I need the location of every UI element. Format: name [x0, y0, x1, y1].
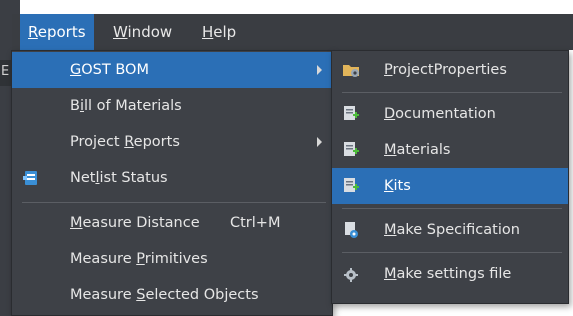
netlist-icon [23, 171, 37, 185]
menu-item-make-settings-file[interactable]: Make settings file [332, 256, 568, 292]
menu-reports[interactable]: Reports [20, 14, 94, 50]
edge-tab-label: E [1, 64, 10, 79]
menu-separator [342, 208, 562, 209]
menu-item-label: Make settings file [384, 266, 512, 282]
edge-tab: E [0, 60, 11, 86]
document-add-icon [344, 178, 359, 192]
menu-item-label: Kits [384, 178, 411, 194]
menu-help[interactable]: Help [194, 14, 244, 50]
menu-item-measure-selected-objects[interactable]: Measure Selected Objects [12, 277, 332, 313]
document-add-icon [344, 106, 359, 120]
menu-item-project-reports[interactable]: Project Reports [12, 124, 332, 160]
folder-gear-icon [343, 65, 359, 77]
menu-item-label: Netlist Status [70, 170, 168, 186]
menu-window[interactable]: Window [105, 14, 180, 50]
menu-separator [22, 202, 326, 203]
menu-item-label: Measure Selected Objects [70, 287, 259, 303]
menu-item-label: Documentation [384, 106, 496, 122]
menu-item-project-properties[interactable]: ProjectProperties [332, 52, 568, 88]
menu-item-make-specification[interactable]: Make Specification [332, 212, 568, 248]
menu-separator [342, 92, 562, 93]
gost-bom-submenu: ProjectProperties Documentation Material… [331, 50, 569, 304]
menu-item-documentation[interactable]: Documentation [332, 96, 568, 132]
menu-item-bill-of-materials[interactable]: Bill of Materials [12, 88, 332, 124]
menu-item-netlist-status[interactable]: Netlist Status [12, 160, 332, 196]
menu-bar: Reports Window Help [12, 14, 573, 50]
menu-item-kits[interactable]: Kits [332, 168, 568, 204]
menu-item-label: ProjectProperties [384, 62, 507, 78]
menu-item-measure-distance[interactable]: Measure Distance Ctrl+M [12, 205, 332, 241]
submenu-arrow-icon [317, 65, 322, 75]
document-add-icon [344, 142, 359, 156]
menu-separator [342, 252, 562, 253]
menu-item-label: Measure Primitives [70, 251, 208, 267]
menu-item-gost-bom[interactable]: GOST BOM [12, 52, 332, 88]
menu-item-materials[interactable]: Materials [332, 132, 568, 168]
menu-item-label: Project Reports [70, 134, 180, 150]
document-settings-icon [345, 222, 358, 238]
submenu-arrow-icon [317, 137, 322, 147]
menu-item-label: GOST BOM [70, 62, 149, 78]
menu-item-measure-primitives[interactable]: Measure Primitives [12, 241, 332, 277]
menu-item-label: Measure Distance [70, 215, 200, 231]
menu-item-label: Bill of Materials [70, 98, 182, 114]
reports-menu: GOST BOM Bill of Materials Project Repor… [11, 50, 333, 316]
gear-icon [344, 268, 358, 282]
shortcut-label: Ctrl+M [230, 215, 281, 231]
menu-item-label: Materials [384, 142, 451, 158]
menu-item-label: Make Specification [384, 222, 520, 238]
